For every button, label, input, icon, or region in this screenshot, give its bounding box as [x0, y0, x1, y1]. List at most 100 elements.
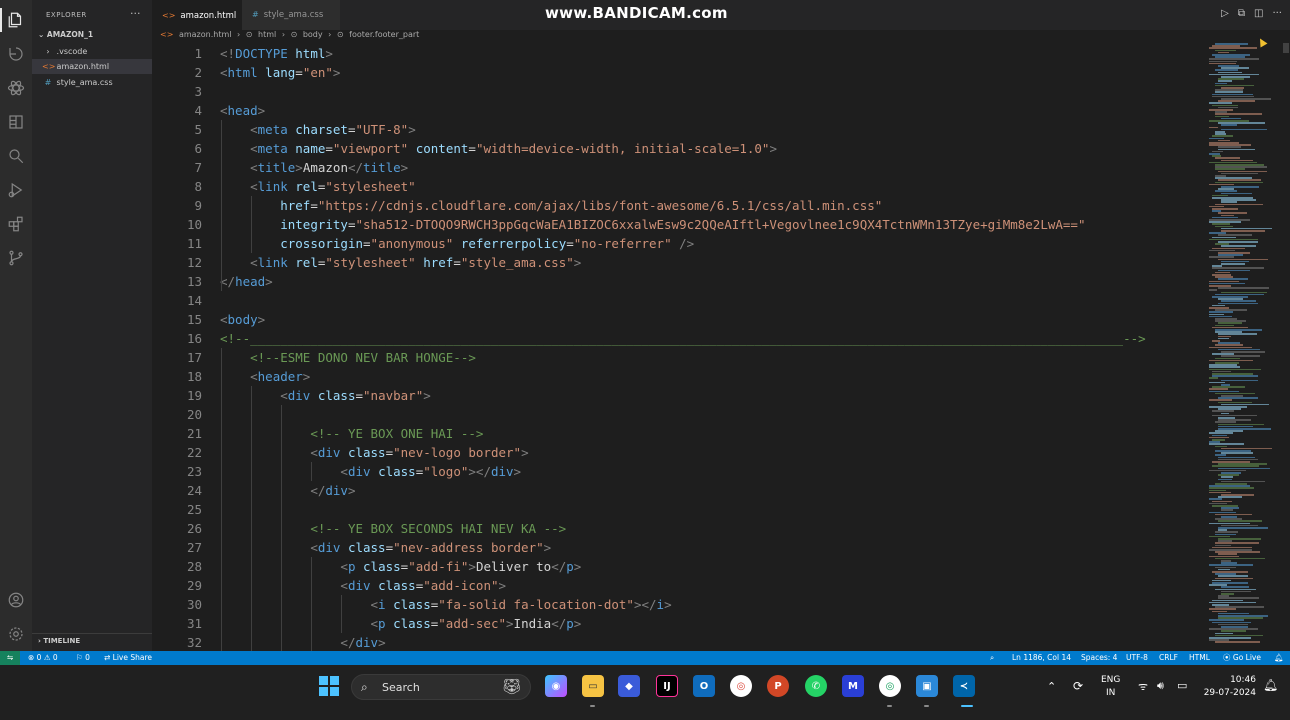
screen-recorder-icon[interactable]: ▣ [916, 675, 938, 697]
tree-item-vscode[interactable]: › .vscode [32, 44, 152, 59]
tree-item-style-css[interactable]: # style_ama.css [32, 75, 152, 90]
code-line[interactable]: 7 <title>Amazon</title> [152, 158, 1205, 177]
notebook-icon[interactable] [6, 112, 26, 132]
notification-center-icon[interactable]: 🔔︎ [1263, 678, 1278, 692]
breadcrumb-footer[interactable]: footer.footer_part [349, 30, 419, 39]
code-line[interactable]: 3 [152, 82, 1205, 101]
battery-icon[interactable]: ▭ [1177, 679, 1187, 692]
line-number: 28 [186, 559, 202, 574]
open-changes-icon[interactable]: ⧉ [1238, 8, 1245, 19]
extensions-icon[interactable] [6, 214, 26, 234]
breadcrumb-file[interactable]: amazon.html [179, 30, 232, 39]
code-line[interactable]: 28 <p class="add-fi">Deliver to</p> [152, 557, 1205, 576]
tab-amazon-html[interactable]: <>amazon.html✕ [152, 0, 251, 30]
zoom-icon[interactable]: ⌕ [990, 651, 994, 665]
code-line[interactable]: 17 <!--ESME DONO NEV BAR HONGE--> [152, 348, 1205, 367]
code-line[interactable]: 2 <html lang="en"> [152, 63, 1205, 82]
go-live-button[interactable]: ⦿ Go Live [1223, 651, 1261, 665]
explorer-icon[interactable] [6, 10, 26, 30]
code-line[interactable]: 4 <head> [152, 101, 1205, 120]
breadcrumb-body[interactable]: body [303, 30, 323, 39]
line-ending[interactable]: CRLF [1159, 651, 1178, 665]
code-line[interactable]: 16 <!--__________________________________… [152, 329, 1205, 348]
split-editor-icon[interactable]: ◫ [1254, 8, 1263, 19]
code-line[interactable]: 13 </head> [152, 272, 1205, 291]
volume-icon[interactable]: 🔊︎ [1157, 679, 1164, 693]
system-clock[interactable]: 10:46 29-07-2024 [1204, 674, 1256, 700]
code-editor[interactable]: 1 <!DOCTYPE html> 2 <html lang="en"> 3 4 <head… [152, 43, 1205, 651]
live-share-button[interactable]: ⇄ Live Share [104, 651, 152, 665]
show-hidden-icons-chevron-up-icon[interactable]: ⌃ [1047, 680, 1056, 693]
intellij-icon[interactable]: IJ [656, 675, 678, 697]
search-icon[interactable] [6, 146, 26, 166]
outlook-icon[interactable]: O [693, 675, 715, 697]
notifications-bell-icon[interactable]: 🔔︎ [1274, 651, 1284, 665]
workspace-root-folder[interactable]: ⌄ AMAZON_1 [38, 30, 93, 39]
more-actions-icon[interactable]: ··· [1272, 8, 1282, 19]
minimap-line [1221, 379, 1259, 382]
css-file-icon: # [252, 10, 259, 19]
code-line[interactable]: 23 <div class="logo"></div> [152, 462, 1205, 481]
react-extension-icon[interactable] [6, 78, 26, 98]
code-line[interactable]: 29 <div class="add-icon"> [152, 576, 1205, 595]
file-explorer-icon[interactable]: ▭ [582, 675, 604, 697]
tab-style-css[interactable]: # style_ama.css [242, 0, 340, 30]
code-line[interactable]: 5 <meta charset="UTF-8"> [152, 120, 1205, 139]
code-line[interactable]: 12 <link rel="stylesheet" href="style_am… [152, 253, 1205, 272]
code-line[interactable]: 26 <!-- YE BOX SECONDS HAI NEV KA --> [152, 519, 1205, 538]
run-icon[interactable]: ▷ [1221, 8, 1229, 19]
encoding[interactable]: UTF-8 [1126, 651, 1148, 665]
code-line[interactable]: 27 <div class="nev-address border"> [152, 538, 1205, 557]
code-line[interactable]: 6 <meta name="viewport" content="width=d… [152, 139, 1205, 158]
code-line[interactable]: 9 href="https://cdnjs.cloudflare.com/aja… [152, 196, 1205, 215]
more-actions-icon[interactable]: ··· [130, 7, 141, 20]
app-icon[interactable]: ◆ [618, 675, 640, 697]
input-language[interactable]: ENG IN [1101, 674, 1120, 700]
code-line[interactable]: 30 <i class="fa-solid fa-location-dot"><… [152, 595, 1205, 614]
code-line[interactable]: 25 [152, 500, 1205, 519]
code-line[interactable]: 31 <p class="add-sec">India</p> [152, 614, 1205, 633]
git-graph-icon[interactable] [6, 248, 26, 268]
code-line[interactable]: 14 [152, 291, 1205, 310]
line-number: 14 [186, 293, 202, 308]
powerpoint-icon[interactable]: P [767, 675, 789, 697]
indentation[interactable]: Spaces: 4 [1081, 651, 1117, 665]
whatsapp-icon[interactable]: ✆ [805, 675, 827, 697]
breadcrumb-html[interactable]: html [258, 30, 276, 39]
code-line[interactable]: 8 <link rel="stylesheet" [152, 177, 1205, 196]
copilot-icon[interactable]: ◉ [545, 675, 567, 697]
settings-gear-icon[interactable] [6, 624, 26, 644]
sync-icon[interactable]: ⟳ [1073, 679, 1083, 693]
windows-start-icon[interactable] [319, 676, 339, 696]
timeline-section[interactable]: › TIMELINE [38, 637, 80, 645]
code-line[interactable]: 1 <!DOCTYPE html> [152, 44, 1205, 63]
chrome-profile-icon[interactable]: ◎ [879, 675, 901, 697]
code-line[interactable]: 22 <div class="nev-logo border"> [152, 443, 1205, 462]
tree-item-amazon-html[interactable]: <> amazon.html [32, 59, 152, 74]
code-line[interactable]: 19 <div class="navbar"> [152, 386, 1205, 405]
code-line[interactable]: 21 <!-- YE BOX ONE HAI --> [152, 424, 1205, 443]
language-mode[interactable]: HTML [1189, 651, 1210, 665]
taskbar-search[interactable]: ⌕ Search 🐯︎ [351, 674, 531, 700]
code-line[interactable]: 32 </div> [152, 633, 1205, 651]
code-line[interactable]: 15 <body> [152, 310, 1205, 329]
source-control-icon[interactable] [6, 44, 26, 64]
element-icon: ⊙ [245, 30, 253, 39]
chrome-icon[interactable]: ◎ [730, 675, 752, 697]
code-line[interactable]: 18 <header> [152, 367, 1205, 386]
cursor-position[interactable]: Ln 1186, Col 14 [1012, 651, 1071, 665]
vscode-icon[interactable]: ≺ [953, 675, 975, 697]
problems-count[interactable]: ⊗ 0 ⚠ 0 [28, 651, 58, 665]
wifi-icon[interactable]: ᯤ [1138, 679, 1148, 694]
code-line[interactable]: 11 crossorigin="anonymous" referrerpolic… [152, 234, 1205, 253]
app-icon[interactable]: M [842, 675, 864, 697]
code-line[interactable]: 24 </div> [152, 481, 1205, 500]
code-line[interactable]: 10 integrity="sha512-DTOQO9RWCH3ppGqcWaE… [152, 215, 1205, 234]
ports-count[interactable]: ⚐ 0 [76, 651, 90, 665]
remote-icon[interactable]: ⇋ [0, 651, 20, 665]
minimap[interactable] [1205, 43, 1290, 651]
editor-scrollbar[interactable] [1283, 43, 1289, 53]
run-debug-icon[interactable] [6, 180, 26, 200]
code-line[interactable]: 20 [152, 405, 1205, 424]
account-icon[interactable] [6, 590, 26, 610]
